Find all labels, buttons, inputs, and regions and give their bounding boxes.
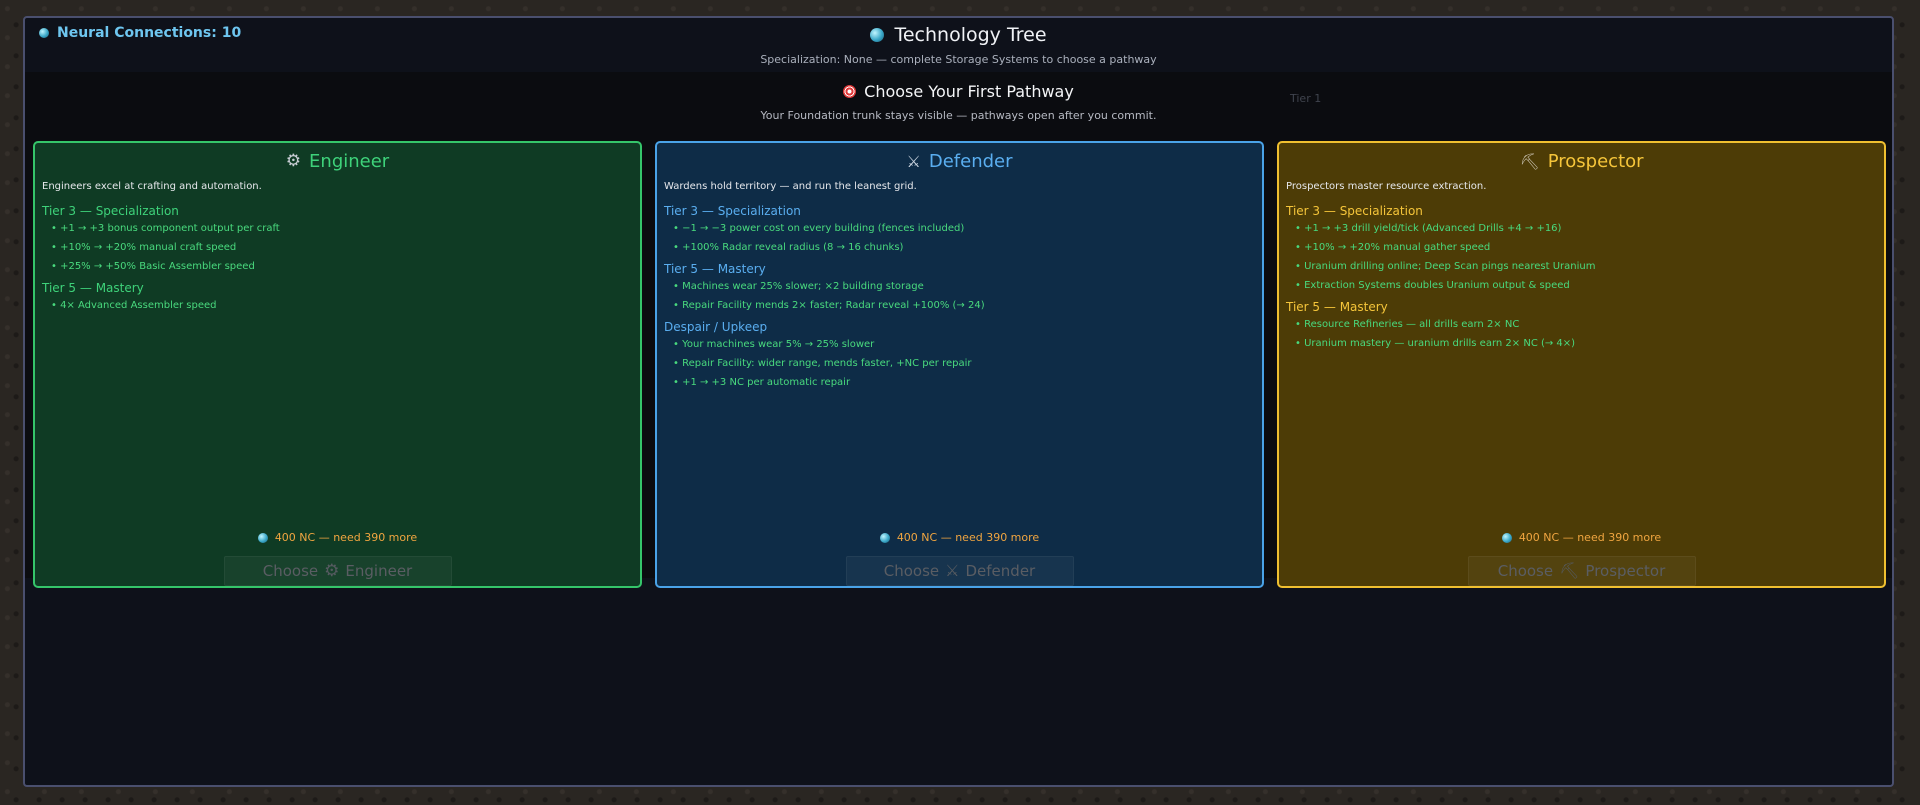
neural-orb-icon <box>870 28 885 42</box>
pathway-modal: Tier 1 Choose Your First Pathway Your Fo… <box>25 72 1892 588</box>
card-sections: Tier 3 — Specialization • −1 → −3 power … <box>664 199 1255 392</box>
section-title: Tier 3 — Specialization <box>664 204 801 218</box>
choose-engineer-button[interactable]: Choose ⚙ Engineer <box>223 556 452 586</box>
gear-icon: ⚙ <box>324 560 340 581</box>
bonus-item: • Resource Refineries — all drills earn … <box>1295 319 1520 330</box>
pathway-card-defender: ⚔ Defender Wardens hold territory — and … <box>655 141 1264 588</box>
crossed-swords-icon: ⚔ <box>945 561 960 580</box>
bonus-item: • +10% → +20% manual craft speed <box>51 242 237 253</box>
card-sections: Tier 3 — Specialization • +1 → +3 drill … <box>1286 199 1877 353</box>
bonus-item: • Uranium mastery — uranium drills earn … <box>1295 338 1576 349</box>
cost-text: 400 NC — need 390 more <box>274 531 418 544</box>
bonus-item: • +1 → +3 NC per automatic repair <box>673 377 851 388</box>
bonus-item: • Your machines wear 5% → 25% slower <box>673 339 875 350</box>
neural-orb-icon <box>879 532 890 543</box>
bonus-item: • +100% Radar reveal radius (8 → 16 chun… <box>673 242 904 253</box>
pickaxe-icon: ⛏ <box>1519 151 1540 171</box>
page-title: Technology Tree <box>25 24 1892 46</box>
bonus-item: • Extraction Systems doubles Uranium out… <box>1295 280 1570 291</box>
section-title: Tier 5 — Mastery <box>664 262 766 276</box>
page-title-text: Technology Tree <box>894 24 1047 46</box>
choose-prospector-button[interactable]: Choose ⛏ Prospector <box>1467 556 1696 586</box>
bonus-item: • Machines wear 25% slower; ×2 building … <box>673 281 924 292</box>
bonus-item: • Repair Facility: wider range, mends fa… <box>673 358 972 369</box>
bonus-item: • Repair Facility mends 2× faster; Radar… <box>673 300 985 311</box>
neural-orb-icon <box>257 532 268 543</box>
choose-label: Choose <box>883 562 940 580</box>
section-title: Tier 5 — Mastery <box>1286 300 1388 314</box>
section-title: Tier 3 — Specialization <box>1286 204 1423 218</box>
modal-title: Choose Your First Pathway <box>25 82 1892 101</box>
choose-name: Engineer <box>345 562 413 580</box>
bonus-item: • +25% → +50% Basic Assembler speed <box>51 261 255 272</box>
bonus-item: • Uranium drilling online; Deep Scan pin… <box>1295 261 1596 272</box>
choose-label: Choose <box>1497 562 1554 580</box>
pathway-card-prospector: ⛏ Prospector Prospectors master resource… <box>1277 141 1886 588</box>
card-description: Engineers excel at crafting and automati… <box>42 181 262 192</box>
cost-label: 400 NC — need 390 more <box>1279 531 1884 544</box>
cost-label: 400 NC — need 390 more <box>35 531 640 544</box>
pathway-card-engineer: ⚙ Engineer Engineers excel at crafting a… <box>33 141 642 588</box>
choose-label: Choose <box>262 562 319 580</box>
section-title: Tier 5 — Mastery <box>42 281 144 295</box>
cost-text: 400 NC — need 390 more <box>896 531 1040 544</box>
card-title-text: Prospector <box>1547 151 1644 172</box>
card-title: ⚙ Engineer <box>35 151 640 172</box>
tech-tree-window: Neural Connections: 10 Technology Tree S… <box>23 16 1894 787</box>
choose-name: Defender <box>965 562 1036 580</box>
card-title: ⛏ Prospector <box>1279 151 1884 172</box>
pickaxe-icon: ⛏ <box>1559 561 1580 580</box>
cost-text: 400 NC — need 390 more <box>1518 531 1662 544</box>
gear-icon: ⚙ <box>285 151 302 171</box>
card-title-text: Defender <box>928 151 1013 172</box>
bonus-item: • +1 → +3 bonus component output per cra… <box>51 223 280 234</box>
card-description: Wardens hold territory — and run the lea… <box>664 181 917 192</box>
choose-name: Prospector <box>1585 562 1666 580</box>
bonus-item: • 4× Advanced Assembler speed <box>51 300 217 311</box>
card-title-text: Engineer <box>309 151 390 172</box>
section-title: Despair / Upkeep <box>664 320 768 334</box>
cost-label: 400 NC — need 390 more <box>657 531 1262 544</box>
crossed-swords-icon: ⚔ <box>906 151 921 171</box>
card-title: ⚔ Defender <box>657 151 1262 172</box>
neural-orb-icon <box>1501 532 1512 543</box>
modal-subtitle: Your Foundation trunk stays visible — pa… <box>760 109 1157 122</box>
modal-title-text: Choose Your First Pathway <box>864 82 1074 101</box>
bonus-item: • +10% → +20% manual gather speed <box>1295 242 1491 253</box>
choose-defender-button[interactable]: Choose ⚔ Defender <box>845 556 1074 586</box>
card-description: Prospectors master resource extraction. <box>1286 181 1487 192</box>
target-icon <box>843 85 857 98</box>
card-sections: Tier 3 — Specialization • +1 → +3 bonus … <box>42 199 633 315</box>
bonus-item: • −1 → −3 power cost on every building (… <box>673 223 965 234</box>
section-title: Tier 3 — Specialization <box>42 204 179 218</box>
bonus-item: • +1 → +3 drill yield/tick (Advanced Dri… <box>1295 223 1562 234</box>
specialization-status: Specialization: None — complete Storage … <box>760 53 1157 66</box>
